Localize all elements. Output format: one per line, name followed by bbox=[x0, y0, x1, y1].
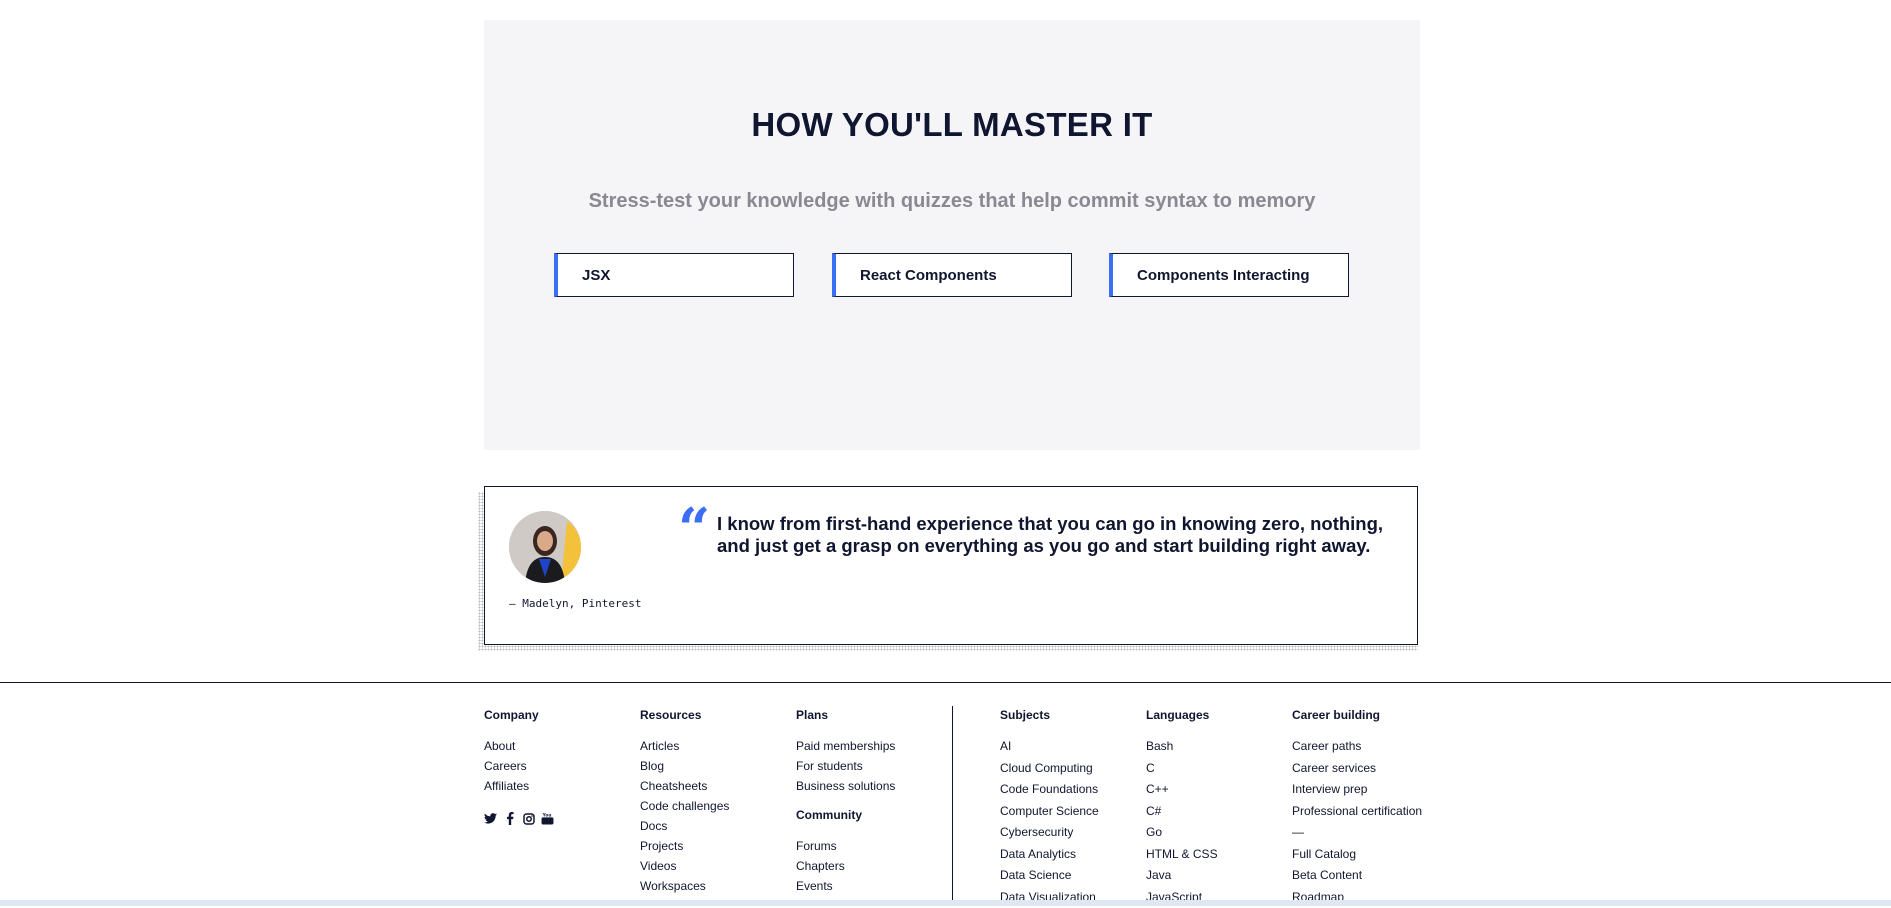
quiz-card-react-components[interactable]: React Components bbox=[832, 253, 1072, 297]
instagram-icon[interactable] bbox=[522, 812, 535, 825]
footer-link-workspaces[interactable]: Workspaces bbox=[640, 876, 729, 896]
footer-link-forums[interactable]: Forums bbox=[796, 836, 895, 856]
footer-link-blog[interactable]: Blog bbox=[640, 756, 729, 776]
footer-link-go[interactable]: Go bbox=[1146, 822, 1218, 844]
footer-vertical-divider bbox=[952, 706, 953, 906]
footer-link-professional-certification[interactable]: Professional certification bbox=[1292, 801, 1422, 823]
footer-plans: Plans Paid memberships For students Busi… bbox=[796, 708, 895, 896]
quote-icon: “ bbox=[678, 501, 710, 557]
footer-link-interview-prep[interactable]: Interview prep bbox=[1292, 779, 1422, 801]
testimonial-card: — Madelyn, Pinterest “ I know from first… bbox=[484, 486, 1418, 645]
footer-link-data-analytics[interactable]: Data Analytics bbox=[1000, 844, 1099, 866]
footer-link-career-services[interactable]: Career services bbox=[1292, 758, 1422, 780]
testimonial-quote: I know from first-hand experience that y… bbox=[717, 513, 1397, 557]
footer-resources: Resources Articles Blog Cheatsheets Code… bbox=[640, 708, 729, 896]
footer-link-data-science[interactable]: Data Science bbox=[1000, 865, 1099, 887]
youtube-icon[interactable]: You bbox=[541, 812, 554, 825]
footer-link-code-challenges[interactable]: Code challenges bbox=[640, 796, 729, 816]
master-section: HOW YOU'LL MASTER IT Stress-test your kn… bbox=[484, 20, 1420, 450]
footer-link-about[interactable]: About bbox=[484, 736, 539, 756]
footer-link-articles[interactable]: Articles bbox=[640, 736, 729, 756]
footer-divider bbox=[0, 682, 1891, 683]
footer-link-ai[interactable]: AI bbox=[1000, 736, 1099, 758]
footer-link-projects[interactable]: Projects bbox=[640, 836, 729, 856]
footer-career-building: Career building Career paths Career serv… bbox=[1292, 708, 1422, 908]
footer-link-paid-memberships[interactable]: Paid memberships bbox=[796, 736, 895, 756]
social-links: You bbox=[484, 812, 554, 825]
footer-link-cheatsheets[interactable]: Cheatsheets bbox=[640, 776, 729, 796]
footer-link-events[interactable]: Events bbox=[796, 876, 895, 896]
footer-link-cpp[interactable]: C++ bbox=[1146, 779, 1218, 801]
section-subtitle: Stress-test your knowledge with quizzes … bbox=[484, 190, 1420, 213]
footer-link-code-foundations[interactable]: Code Foundations bbox=[1000, 779, 1099, 801]
quiz-card-jsx[interactable]: JSX bbox=[554, 253, 794, 297]
footer-link-html-css[interactable]: HTML & CSS bbox=[1146, 844, 1218, 866]
footer-heading-languages: Languages bbox=[1146, 708, 1218, 722]
footer-link-careers[interactable]: Careers bbox=[484, 756, 539, 776]
footer-link-cloud-computing[interactable]: Cloud Computing bbox=[1000, 758, 1099, 780]
avatar bbox=[509, 511, 581, 583]
footer-heading-subjects: Subjects bbox=[1000, 708, 1099, 722]
bottom-scroll-edge bbox=[0, 900, 1891, 906]
footer-heading-plans: Plans bbox=[796, 708, 895, 722]
twitter-icon[interactable] bbox=[484, 812, 497, 825]
footer-heading-community: Community bbox=[796, 808, 895, 822]
footer-link-csharp[interactable]: C# bbox=[1146, 801, 1218, 823]
quiz-card-components-interacting[interactable]: Components Interacting bbox=[1109, 253, 1349, 297]
footer-subjects: Subjects AI Cloud Computing Code Foundat… bbox=[1000, 708, 1099, 908]
footer-heading-company: Company bbox=[484, 708, 539, 722]
footer-link-chapters[interactable]: Chapters bbox=[796, 856, 895, 876]
footer-heading-resources: Resources bbox=[640, 708, 729, 722]
footer-heading-career-building: Career building bbox=[1292, 708, 1422, 722]
footer-link-bash[interactable]: Bash bbox=[1146, 736, 1218, 758]
footer-company: Company About Careers Affiliates bbox=[484, 708, 539, 796]
footer-separator-dash: — bbox=[1292, 822, 1422, 844]
footer-link-c[interactable]: C bbox=[1146, 758, 1218, 780]
footer-link-java[interactable]: Java bbox=[1146, 865, 1218, 887]
footer-link-affiliates[interactable]: Affiliates bbox=[484, 776, 539, 796]
footer-link-beta-content[interactable]: Beta Content bbox=[1292, 865, 1422, 887]
footer-link-docs[interactable]: Docs bbox=[640, 816, 729, 836]
footer-languages: Languages Bash C C++ C# Go HTML & CSS Ja… bbox=[1146, 708, 1218, 908]
facebook-icon[interactable] bbox=[503, 812, 516, 825]
footer-link-cybersecurity[interactable]: Cybersecurity bbox=[1000, 822, 1099, 844]
footer-link-computer-science[interactable]: Computer Science bbox=[1000, 801, 1099, 823]
footer-link-for-students[interactable]: For students bbox=[796, 756, 895, 776]
testimonial-author: — Madelyn, Pinterest bbox=[509, 597, 641, 610]
footer-link-business-solutions[interactable]: Business solutions bbox=[796, 776, 895, 796]
footer-link-full-catalog[interactable]: Full Catalog bbox=[1292, 844, 1422, 866]
footer-link-videos[interactable]: Videos bbox=[640, 856, 729, 876]
footer-link-career-paths[interactable]: Career paths bbox=[1292, 736, 1422, 758]
svg-text:You: You bbox=[542, 812, 552, 818]
section-title: HOW YOU'LL MASTER IT bbox=[484, 106, 1420, 144]
